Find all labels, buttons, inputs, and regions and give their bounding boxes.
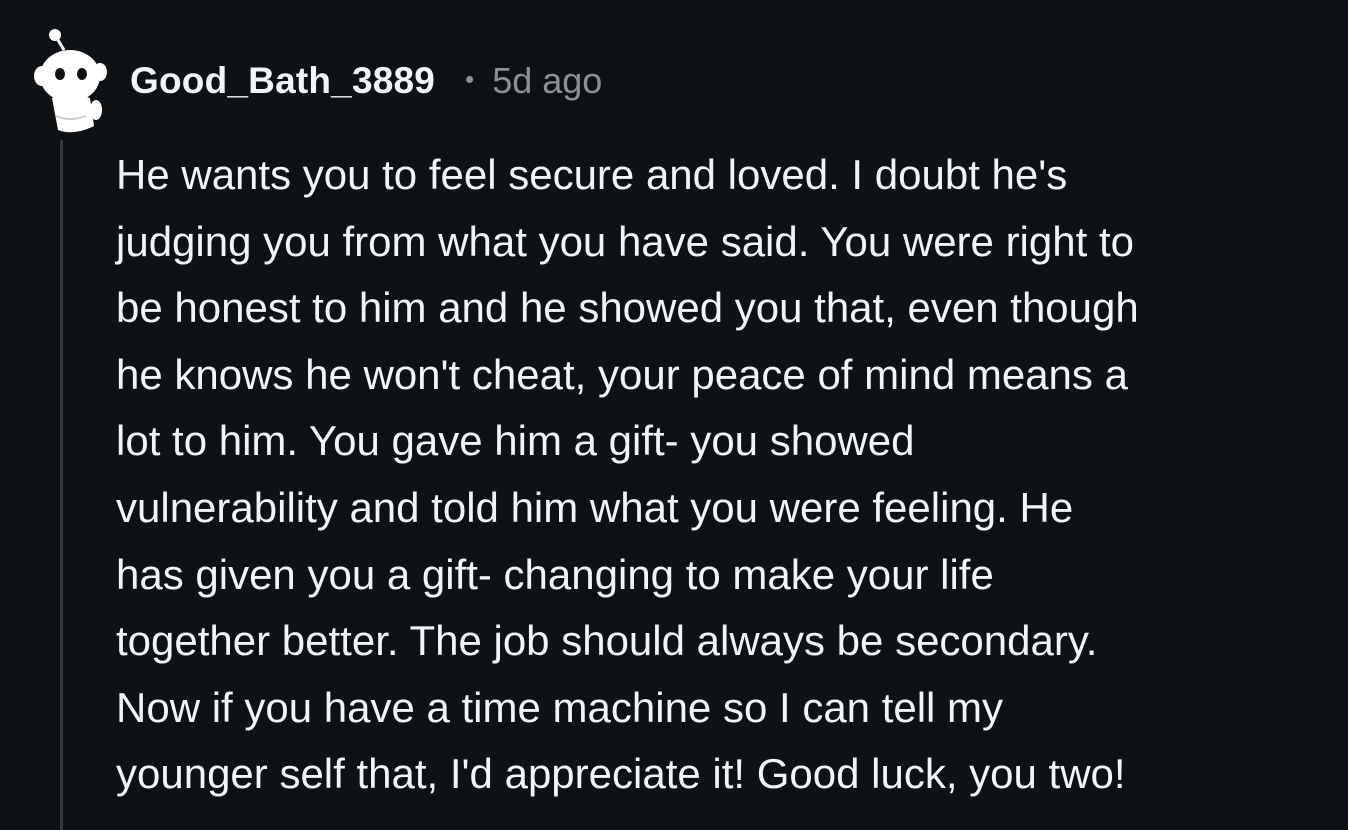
thread-line[interactable] (60, 140, 63, 830)
comment-line: younger self that, I'd appreciate it! Go… (116, 750, 1126, 798)
comment-line: be honest to him and he showed you that,… (116, 284, 1139, 332)
comment-line: He wants you to feel secure and loved. I… (116, 151, 1068, 198)
meta-separator: • (465, 63, 475, 94)
comment: Good_Bath_3889 • 5d ago He wants you to … (0, 0, 1348, 830)
comment-line: has given you a gift- changing to make y… (116, 550, 994, 598)
comment-line: he knows he won't cheat, your peace of m… (116, 350, 1128, 398)
comment-line: lot to him. You gave him a gift- you sho… (116, 417, 915, 465)
comment-line: together better. The job should always b… (116, 617, 1098, 665)
comment-line: judging you from what you have said. You… (116, 217, 1134, 265)
comment-line: vulnerability and told him what you were… (116, 483, 1074, 531)
author-username[interactable]: Good_Bath_3889 (130, 60, 435, 102)
comment-body: He wants you to feel secure and loved. I… (116, 142, 1336, 808)
comment-meta: Good_Bath_3889 • 5d ago (130, 56, 602, 106)
snoo-avatar-icon[interactable] (30, 26, 110, 134)
comment-timestamp: 5d ago (492, 60, 603, 101)
comment-line: Now if you have a time machine so I can … (116, 683, 1004, 731)
